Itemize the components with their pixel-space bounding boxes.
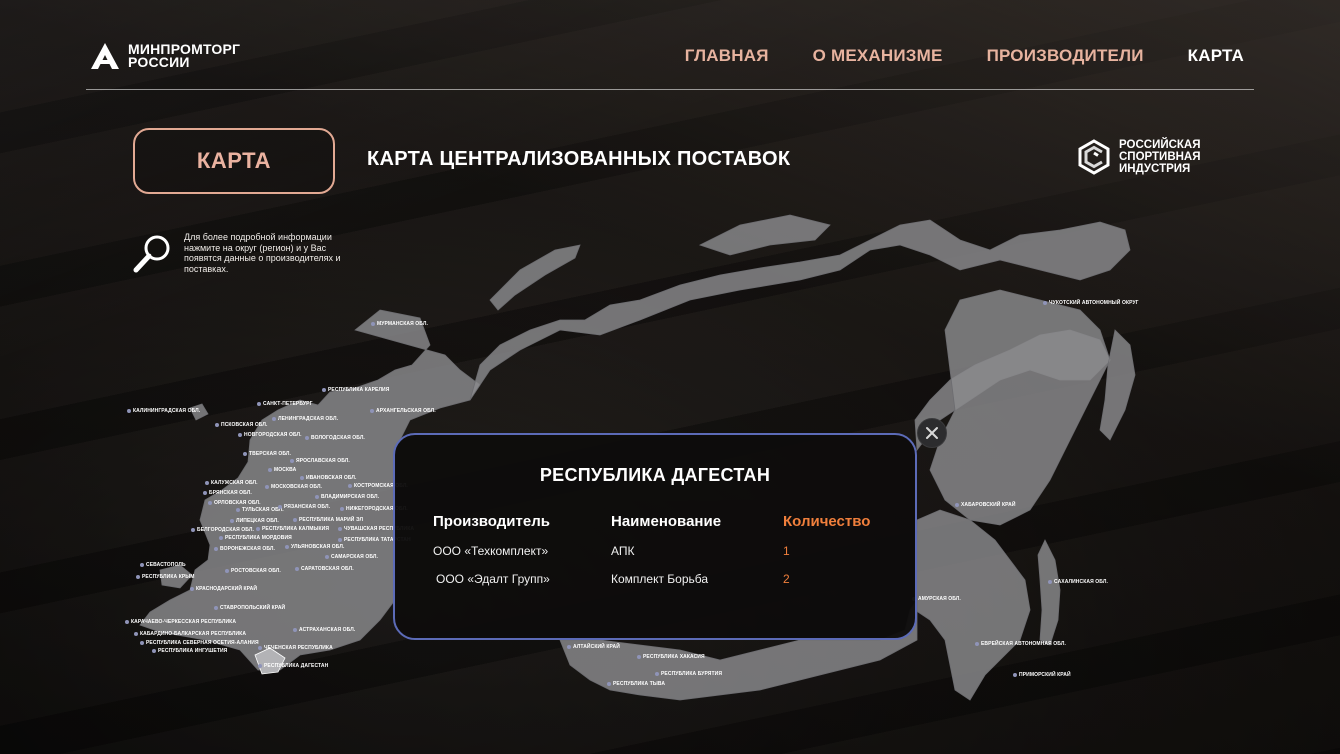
popup-region-title: РЕСПУБЛИКА ДАГЕСТАН: [539, 465, 771, 485]
nav-about-mechanism[interactable]: О МЕХАНИЗМЕ: [813, 46, 943, 66]
map-label-samara[interactable]: САМАРСКАЯ ОБЛ.: [325, 554, 378, 560]
map-label-tula[interactable]: ТУЛЬСКАЯ ОБЛ.: [236, 507, 284, 513]
map-label-crimea[interactable]: РЕСПУБЛИКА КРЫМ: [136, 574, 195, 580]
nav-producers[interactable]: ПРОИЗВОДИТЕЛИ: [987, 46, 1144, 66]
map-label-tuva[interactable]: РЕСПУБЛИКА ТЫВА: [607, 681, 665, 687]
cell-producer: ООО «Техкомплект»: [433, 544, 549, 558]
rsi-line3: ИНДУСТРИЯ: [1119, 163, 1191, 175]
map-label-karelia[interactable]: РЕСПУБЛИКА КАРЕЛИЯ: [322, 387, 389, 393]
table-row: ООО «Эдалт Групп» Комплект Борьба 2: [433, 572, 883, 600]
map-label-yaroslavl[interactable]: ЯРОСЛАВСКАЯ ОБЛ.: [290, 458, 350, 464]
map-label-amur[interactable]: АМУРСКАЯ ОБЛ.: [912, 596, 961, 602]
column-producer: Производитель: [433, 513, 550, 530]
site-header: МИНПРОМТОРГ РОССИИ ГЛАВНАЯ О МЕХАНИЗМЕ П…: [86, 38, 1254, 90]
map-label-lipetsk[interactable]: ЛИПЕЦКАЯ ОБЛ.: [230, 518, 279, 524]
table-row: ООО «Техкомплект» АПК 1: [433, 544, 883, 572]
popup-close-button[interactable]: [917, 418, 947, 448]
map-label-dagestan[interactable]: РЕСПУБЛИКА ДАГЕСТАН: [258, 663, 328, 669]
map-label-ulyanovsk[interactable]: УЛЬЯНОВСКАЯ ОБЛ.: [285, 544, 344, 550]
map-label-krasnodar[interactable]: КРАСНОДАРСКИЙ КРАЙ: [190, 586, 257, 592]
map-label-altai-krai[interactable]: АЛТАЙСКИЙ КРАЙ: [567, 644, 620, 650]
page-title: КАРТА ЦЕНТРАЛИЗОВАННЫХ ПОСТАВОК: [367, 148, 791, 170]
map-label-kaluga[interactable]: КАЛУЖСКАЯ ОБЛ.: [205, 480, 258, 486]
map-label-ingushetia[interactable]: РЕСПУБЛИКА ИНГУШЕТИЯ: [152, 648, 227, 654]
map-label-north-ossetia[interactable]: РЕСПУБЛИКА СЕВЕРНАЯ ОСЕТИЯ-АЛАНИЯ: [140, 640, 259, 646]
map-label-karachay[interactable]: КАРАЧАЕВО-ЧЕРКЕССКАЯ РЕСПУБЛИКА: [125, 619, 236, 625]
cell-name: Комплект Борьба: [611, 572, 709, 586]
map-label-stavropol[interactable]: СТАВРОПОЛЬСКИЙ КРАЙ: [214, 605, 285, 611]
map-label-belgorod[interactable]: БЕЛГОРОДСКАЯ ОБЛ.: [191, 527, 254, 533]
minpromtorg-logo[interactable]: МИНПРОМТОРГ РОССИИ: [90, 42, 240, 70]
map-label-jewish-ao[interactable]: ЕВРЕЙСКАЯ АВТОНОМНАЯ ОБЛ.: [975, 641, 1066, 647]
map-label-moscow[interactable]: МОСКВА: [268, 467, 296, 473]
map-label-ivanovo[interactable]: ИВАНОВСКАЯ ОБЛ.: [300, 475, 357, 481]
map-label-rostov[interactable]: РОСТОВСКАЯ ОБЛ.: [225, 568, 281, 574]
map-label-moscow-obl[interactable]: МОСКОВСКАЯ ОБЛ.: [265, 484, 322, 490]
rsi-text: РОССИЙСКАЯ СПОРТИВНАЯ ИНДУСТРИЯ: [1119, 139, 1201, 175]
cell-quantity: 2: [783, 572, 790, 586]
map-label-leningrad[interactable]: ЛЕНИНГРАДСКАЯ ОБЛ.: [272, 416, 338, 422]
map-label-chukotka[interactable]: ЧУКОТСКИЙ АВТОНОМНЫЙ ОКРУГ: [1043, 300, 1139, 306]
cell-name: АПК: [611, 544, 635, 558]
column-quantity: Количество: [783, 513, 871, 530]
map-label-spb[interactable]: САНКТ-ПЕТЕРБУРГ: [257, 401, 313, 407]
map-label-astrakhan[interactable]: АСТРАХАНСКАЯ ОБЛ.: [293, 627, 355, 633]
russian-sports-industry-logo[interactable]: РОССИЙСКАЯ СПОРТИВНАЯ ИНДУСТРИЯ: [1076, 139, 1201, 175]
map-label-ryazan[interactable]: РЯЗАНСКАЯ ОБЛ.: [278, 504, 330, 510]
map-label-mari-el[interactable]: РЕСПУБЛИКА МАРИЙ ЭЛ: [293, 517, 363, 523]
map-label-arkhangelsk[interactable]: АРХАНГЕЛЬСКАЯ ОБЛ.: [370, 408, 436, 414]
close-icon: [926, 427, 938, 439]
map-label-voronezh[interactable]: ВОРОНЕЖСКАЯ ОБЛ.: [214, 546, 275, 552]
map-hint: Для более подробной информации нажмите н…: [132, 232, 344, 274]
nav-map[interactable]: КАРТА: [1188, 46, 1244, 66]
map-label-mordovia[interactable]: РЕСПУБЛИКА МОРДОВИЯ: [219, 535, 292, 541]
rsi-line2: СПОРТИВНАЯ: [1119, 151, 1201, 163]
map-label-kabardino[interactable]: КАБАРДИНО-БАЛКАРСКАЯ РЕСПУБЛИКА: [134, 631, 246, 637]
magnifier-icon: [133, 235, 170, 273]
map-label-vladimir[interactable]: ВЛАДИМИРСКАЯ ОБЛ.: [315, 494, 379, 500]
map-label-vologda[interactable]: ВОЛОГОДСКАЯ ОБЛ.: [305, 435, 365, 441]
minpromtorg-triangle-icon: [91, 43, 119, 69]
map-label-sevastopol[interactable]: СЕВАСТОПОЛЬ: [140, 562, 186, 568]
map-label-sakhalin[interactable]: САХАЛИНСКАЯ ОБЛ.: [1048, 579, 1108, 585]
map-label-kaliningrad[interactable]: КАЛИНИНГРАДСКАЯ ОБЛ.: [127, 408, 200, 414]
supplies-table: Производитель Наименование Количество ОО…: [433, 513, 883, 600]
map-label-pskov[interactable]: ПСКОВСКАЯ ОБЛ.: [215, 422, 267, 428]
map-label-novgorod[interactable]: НОВГОРОДСКАЯ ОБЛ.: [238, 432, 302, 438]
map-label-buryatia[interactable]: РЕСПУБЛИКА БУРЯТИЯ: [655, 671, 722, 677]
map-label-primorsky[interactable]: ПРИМОРСКИЙ КРАЙ: [1013, 672, 1071, 678]
rsi-hexagon-icon: [1078, 139, 1110, 175]
map-label-bryansk[interactable]: БРЯНСКАЯ ОБЛ.: [203, 490, 252, 496]
column-name: Наименование: [611, 513, 722, 530]
map-label-kalmykia[interactable]: РЕСПУБЛИКА КАЛМЫКИЯ: [256, 526, 329, 532]
table-header-row: Производитель Наименование Количество: [433, 513, 883, 544]
logo-line2: РОССИИ: [128, 54, 190, 70]
map-label-khakassia[interactable]: РЕСПУБЛИКА ХАКАСИЯ: [637, 654, 705, 660]
map-label-chechnya[interactable]: ЧЕЧЕНСКАЯ РЕСПУБЛИКА: [258, 645, 333, 651]
main-nav: ГЛАВНАЯ О МЕХАНИЗМЕ ПРОИЗВОДИТЕЛИ КАРТА: [685, 46, 1244, 66]
cell-producer: ООО «Эдалт Групп»: [436, 572, 550, 586]
cell-quantity: 1: [783, 544, 790, 558]
map-label-tver[interactable]: ТВЕРСКАЯ ОБЛ.: [243, 451, 291, 457]
rsi-line1: РОССИЙСКАЯ: [1119, 139, 1201, 151]
section-map-button[interactable]: КАРТА: [133, 128, 335, 194]
map-label-orel[interactable]: ОРЛОВСКАЯ ОБЛ.: [208, 500, 261, 506]
map-label-murmansk[interactable]: МУРМАНСКАЯ ОБЛ.: [371, 321, 428, 327]
map-label-saratov[interactable]: САРАТОВСКАЯ ОБЛ.: [295, 566, 354, 572]
map-label-khabarovsk[interactable]: ХАБАРОВСКИЙ КРАЙ: [955, 502, 1016, 508]
region-popup: РЕСПУБЛИКА ДАГЕСТАН Производитель Наимен…: [393, 433, 917, 640]
hint-text: Для более подробной информации нажмите н…: [184, 232, 341, 274]
logo-text: МИНПРОМТОРГ РОССИИ: [128, 42, 240, 70]
nav-home[interactable]: ГЛАВНАЯ: [685, 46, 769, 66]
